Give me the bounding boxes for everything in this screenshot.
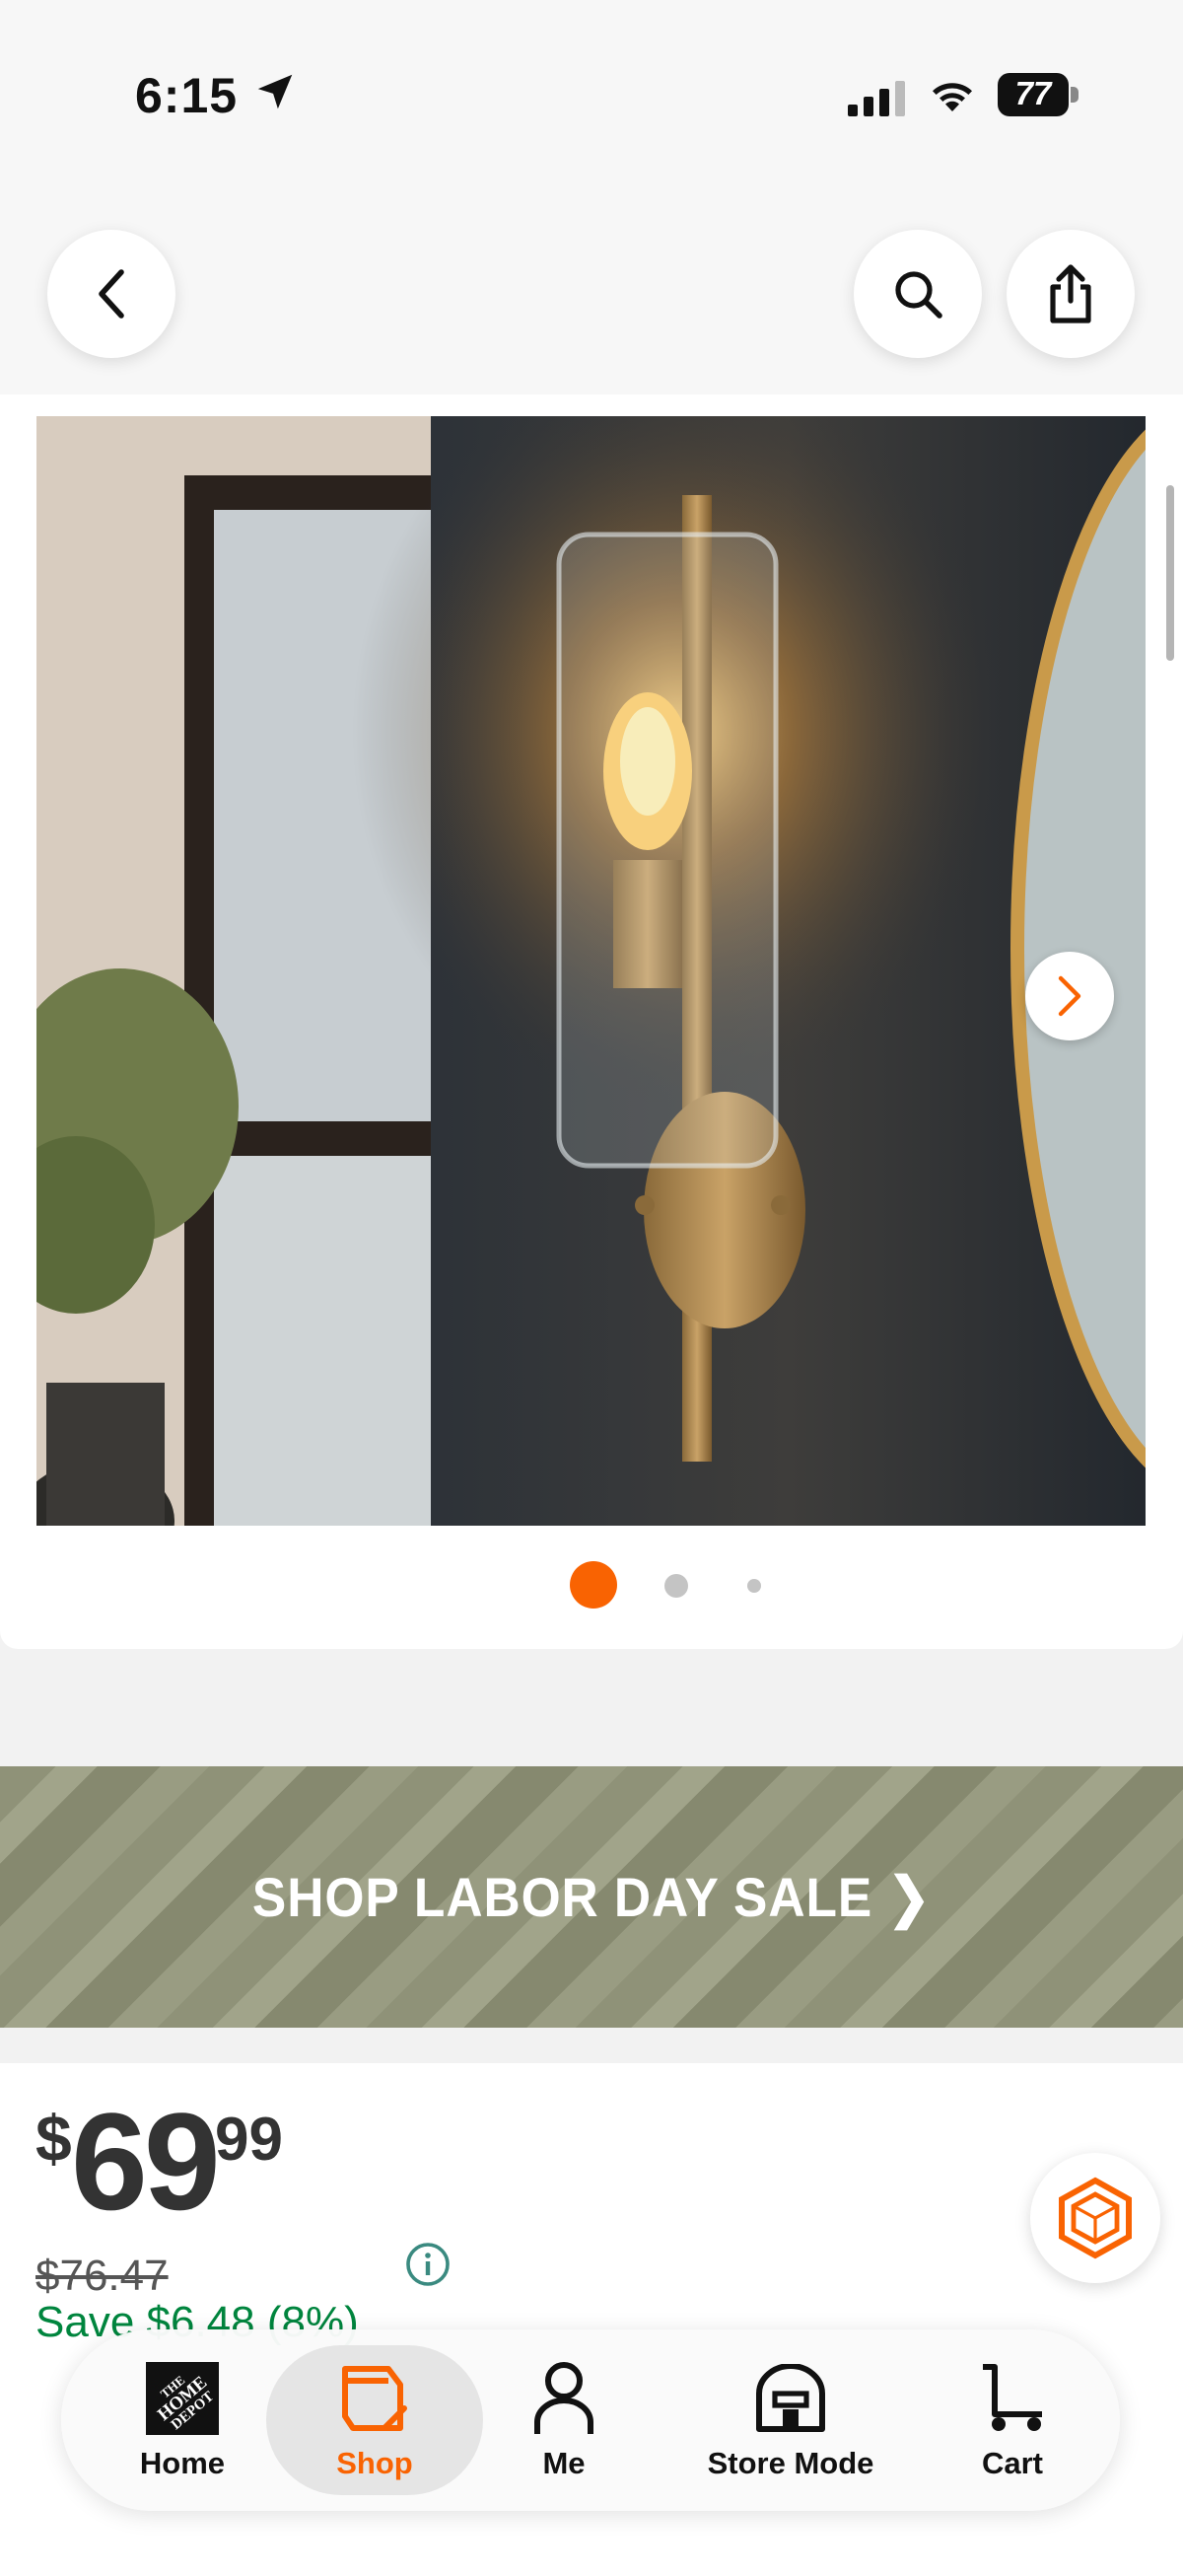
- hexagon-logo-icon: [1059, 2177, 1132, 2259]
- person-icon: [534, 2362, 593, 2434]
- info-icon[interactable]: [404, 2241, 452, 2288]
- wifi-icon: [933, 83, 972, 111]
- share-icon: [1050, 264, 1091, 323]
- price-dollars: 69: [71, 2084, 221, 2239]
- price-currency: $: [35, 2102, 72, 2175]
- nav-store-mode[interactable]: Store Mode: [682, 2329, 899, 2511]
- gallery-dot[interactable]: [664, 1574, 688, 1598]
- nav-home-label: Home: [139, 2446, 226, 2480]
- product-image[interactable]: [36, 416, 1146, 1526]
- chevron-left-icon: [99, 269, 124, 319]
- nav-cart[interactable]: Cart: [958, 2329, 1067, 2511]
- nav-me-label: Me: [542, 2446, 586, 2480]
- gallery-dot-active[interactable]: [570, 1561, 617, 1609]
- battery-level: 77: [1014, 75, 1052, 111]
- back-button[interactable]: [47, 230, 175, 358]
- bottom-nav: THE HOME DEPOT Home Shop Me Store Mode C…: [61, 2329, 1120, 2511]
- price-cents: 99: [215, 2106, 283, 2174]
- nav-me[interactable]: Me: [515, 2329, 613, 2511]
- gallery-dot[interactable]: [747, 1579, 761, 1593]
- share-button[interactable]: [1007, 230, 1135, 358]
- header-bar: [0, 197, 1183, 416]
- was-price: $76.47: [35, 2252, 169, 2300]
- labor-day-sale-banner[interactable]: SHOP LABOR DAY SALE ❯: [0, 1766, 1183, 2028]
- nav-shop-label: Shop: [336, 2446, 413, 2480]
- promo-label: SHOP LABOR DAY SALE ❯: [251, 1865, 932, 1928]
- battery-icon: 77: [998, 73, 1080, 118]
- status-time: 6:15: [135, 68, 239, 123]
- location-arrow-icon: [257, 74, 293, 109]
- cart-icon: [983, 2364, 1042, 2431]
- chat-assistant-button[interactable]: [1030, 2153, 1160, 2283]
- status-bar: 6:15 77: [0, 0, 1183, 197]
- signal-icon: [848, 81, 905, 116]
- nav-shop[interactable]: Shop: [266, 2329, 483, 2511]
- nav-cart-label: Cart: [981, 2446, 1043, 2480]
- nav-home[interactable]: THE HOME DEPOT Home: [118, 2329, 246, 2511]
- nav-store-mode-label: Store Mode: [707, 2446, 874, 2480]
- chevron-right-icon: [1058, 975, 1081, 1017]
- store-icon: [756, 2364, 825, 2432]
- shop-bag-icon: [342, 2366, 407, 2431]
- next-image-button[interactable]: [1025, 952, 1114, 1040]
- scroll-indicator[interactable]: [1166, 485, 1174, 661]
- home-depot-logo-icon: THE HOME DEPOT: [146, 2362, 219, 2435]
- search-icon: [895, 271, 942, 319]
- search-button[interactable]: [854, 230, 982, 358]
